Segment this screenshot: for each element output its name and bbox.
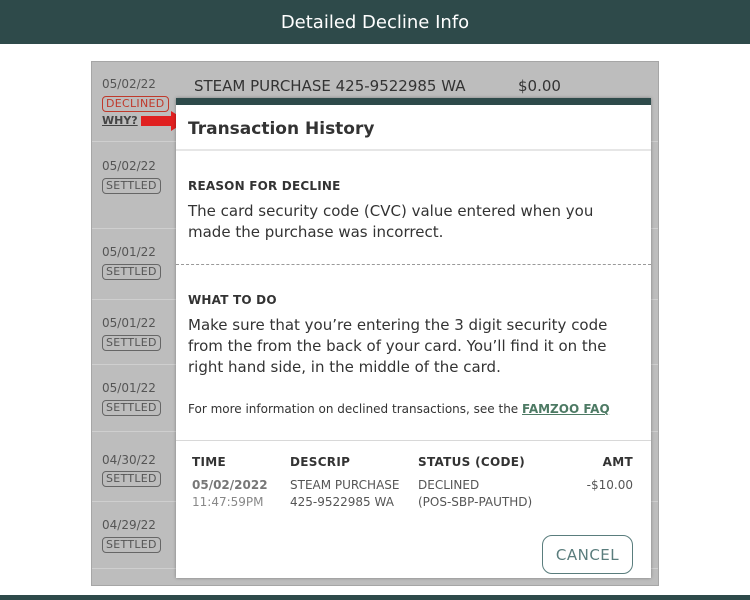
transaction-date: 05/01/22 xyxy=(102,245,156,259)
why-link[interactable]: WHY? xyxy=(102,114,138,127)
faq-prefix: For more information on declined transac… xyxy=(188,402,522,416)
transaction-description: STEAM PURCHASE 425-9522985 WA xyxy=(194,77,466,95)
transaction-date: 05/02/22 xyxy=(102,77,156,91)
column-header-descrip: DESCRIP xyxy=(290,455,351,469)
row-date: 05/02/2022 xyxy=(192,478,268,492)
row-status-line1: DECLINED xyxy=(418,478,480,492)
todo-text: Make sure that you’re entering the 3 dig… xyxy=(188,316,608,376)
column-header-status: STATUS (CODE) xyxy=(418,455,526,469)
transaction-date: 05/02/22 xyxy=(102,159,156,173)
page-title: Detailed Decline Info xyxy=(280,11,470,33)
status-badge: SETTLED xyxy=(102,264,161,280)
faq-line: For more information on declined transac… xyxy=(188,402,610,416)
divider xyxy=(176,264,651,265)
todo-label: WHAT TO DO xyxy=(188,293,277,307)
transaction-amount: $0.00 xyxy=(518,77,561,95)
bottom-bar xyxy=(0,595,750,600)
row-time: 11:47:59PM xyxy=(192,495,264,509)
reason-text: The card security code (CVC) value enter… xyxy=(188,202,594,241)
reason-label: REASON FOR DECLINE xyxy=(188,179,341,193)
divider xyxy=(176,149,651,151)
row-descrip-line2: 425-9522985 WA xyxy=(290,495,394,509)
transaction-date: 05/01/22 xyxy=(102,316,156,330)
status-badge: SETTLED xyxy=(102,537,161,553)
status-badge: SETTLED xyxy=(102,400,161,416)
status-badge: SETTLED xyxy=(102,471,161,487)
row-status-line2: (POS-SBP-PAUTHD) xyxy=(418,495,533,509)
faq-link[interactable]: FAMZOO FAQ xyxy=(522,402,610,416)
row-amount: -$10.00 xyxy=(586,478,633,492)
transaction-date: 05/01/22 xyxy=(102,381,156,395)
divider xyxy=(176,440,651,441)
transaction-history-modal: Transaction History REASON FOR DECLINE T… xyxy=(176,98,651,578)
transaction-date: 04/30/22 xyxy=(102,453,156,467)
transaction-date: 04/29/22 xyxy=(102,518,156,532)
status-badge: SETTLED xyxy=(102,178,161,194)
row-descrip-line1: STEAM PURCHASE xyxy=(290,478,400,492)
column-header-time: TIME xyxy=(192,455,226,469)
modal-title: Transaction History xyxy=(188,119,375,139)
status-badge: SETTLED xyxy=(102,335,161,351)
status-badge: DECLINED xyxy=(102,96,169,112)
cancel-button[interactable]: CANCEL xyxy=(542,535,633,574)
top-bar: Detailed Decline Info xyxy=(0,0,750,44)
column-header-amt: AMT xyxy=(602,455,633,469)
